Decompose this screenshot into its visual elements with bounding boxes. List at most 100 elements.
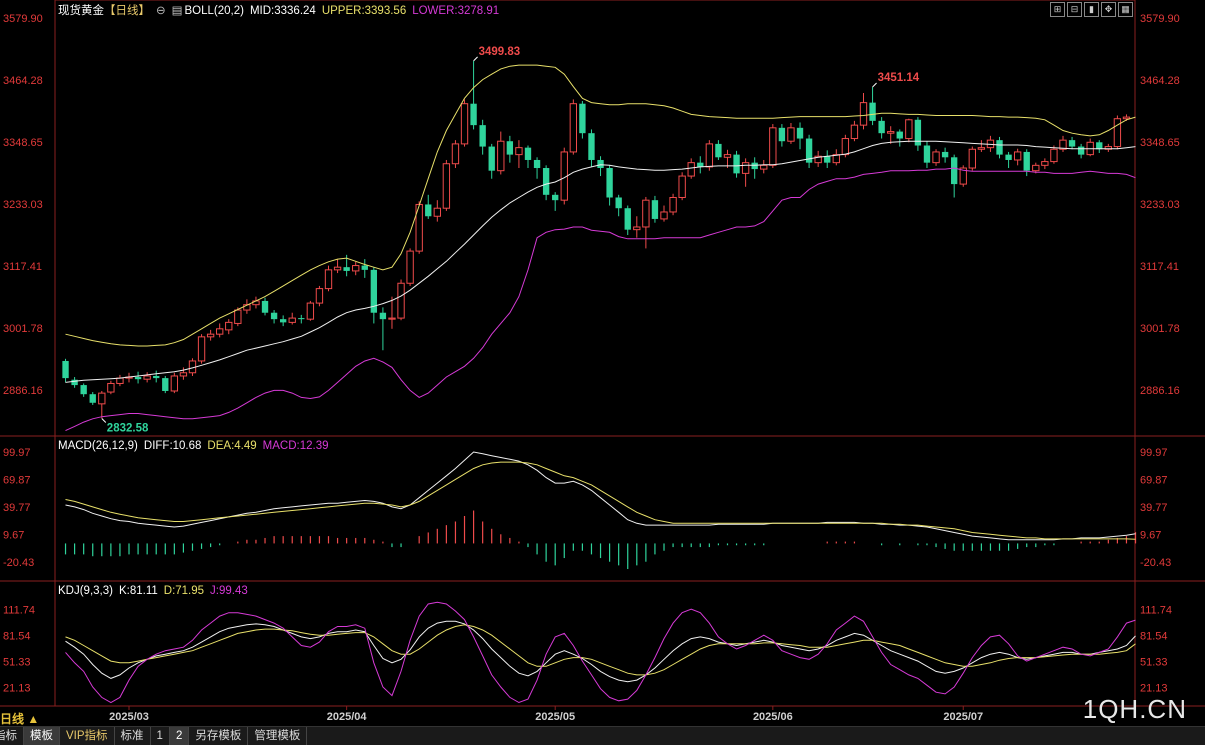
price-tick-left: 3348.65 — [3, 137, 43, 149]
period-tag[interactable]: 【日线】 — [104, 5, 150, 17]
candle-up — [723, 154, 732, 158]
kdj-d: D:71.95 — [163, 585, 205, 597]
candle-up — [1113, 118, 1122, 148]
annotation-leader — [872, 82, 877, 88]
candle-down — [1068, 140, 1076, 147]
candle-down — [796, 127, 804, 139]
candle-down — [479, 125, 486, 147]
candle-up — [206, 333, 215, 338]
bar-chart-icon[interactable]: ▮ — [1084, 2, 1099, 17]
price-tick-right: 3117.41 — [1140, 261, 1179, 273]
zoom-out-icon[interactable]: ⊟ — [1067, 2, 1082, 17]
candle-up — [216, 328, 224, 335]
price-tick-right: 3233.03 — [1140, 199, 1180, 211]
kdj-k: K:81.11 — [118, 585, 158, 597]
candle-down — [778, 127, 786, 142]
boll-lower: LOWER:3278.91 — [412, 5, 500, 17]
tab-manage-template[interactable]: 管理模板 — [248, 727, 308, 745]
candle-down — [606, 168, 613, 198]
candle-up — [397, 282, 405, 319]
candle-down — [951, 157, 958, 185]
kdj-tick-left: 21.13 — [3, 683, 31, 695]
candle-down — [542, 168, 550, 195]
settings-icon[interactable]: ▦ — [1118, 2, 1133, 17]
boll-mid: MID:3336.24 — [249, 5, 316, 17]
price-tick-left: 3233.03 — [3, 199, 43, 211]
candle-down — [524, 147, 532, 160]
tab-vip-indicator[interactable]: VIP指标 — [60, 727, 115, 745]
candle-down — [379, 312, 387, 320]
chart-canvas: 3579.90 3579.90 3464.28 3464.28 3348.65 3348.… — [0, 0, 1205, 723]
candle-up — [451, 143, 460, 165]
candle-down — [878, 120, 885, 134]
candle-down — [651, 200, 659, 219]
candle-up — [905, 119, 913, 140]
boll-upper: UPPER:3393.56 — [321, 5, 407, 17]
candle-down — [733, 154, 740, 174]
candle-up — [633, 226, 641, 231]
macd-legend: MACD(26,12,9) DIFF:10.68 DEA:4.49 MACD:12.3… — [58, 440, 335, 456]
kdj-legend: KDJ(9,3,3) K:81.11 D:71.95 J:99.43 — [58, 585, 254, 601]
macd-dea: DEA:4.49 — [207, 440, 257, 452]
candle-up — [352, 265, 360, 272]
candle-up — [460, 103, 469, 145]
candle-up — [841, 138, 850, 156]
candle-up — [442, 163, 451, 209]
price-tick-left: 3464.28 — [3, 75, 43, 87]
tab-1[interactable]: 1 — [151, 727, 170, 745]
candle-down — [298, 318, 305, 320]
period-label[interactable]: 日线 ▲ — [0, 710, 39, 727]
candle-down — [153, 375, 160, 379]
candle-up — [406, 250, 414, 284]
candle-up — [968, 148, 976, 169]
macd-tick-left: -20.43 — [3, 557, 34, 569]
tab-standard[interactable]: 标准 — [115, 727, 151, 745]
candle-up — [660, 211, 668, 220]
candle-up — [642, 199, 650, 228]
annotation-leader — [101, 418, 107, 423]
date-label: 2025/05 — [535, 711, 575, 723]
tab-save-template[interactable]: 另存模板 — [189, 727, 249, 745]
price-tick-right: 3348.65 — [1140, 137, 1180, 149]
tab-2[interactable]: 2 — [169, 727, 190, 745]
candle-up — [1050, 148, 1058, 163]
high-annotation: 3499.83 — [479, 46, 521, 58]
toggle-icon[interactable]: ⊖ — [156, 5, 166, 17]
date-label: 2025/04 — [327, 711, 368, 723]
candle-down — [162, 378, 169, 391]
kdj-j: J:99.43 — [210, 585, 248, 597]
candle-up — [687, 162, 695, 177]
kdj-tick-left: 81.54 — [3, 631, 31, 643]
kdj-k-line — [65, 620, 1136, 683]
candle-up — [315, 288, 324, 304]
candle-down — [470, 103, 477, 126]
move-icon[interactable]: ✥ — [1101, 2, 1116, 17]
kdj-d-line — [65, 624, 1136, 676]
candle-down — [579, 103, 586, 134]
price-tick-left: 3579.90 — [3, 13, 43, 25]
candle-down — [715, 143, 722, 158]
candle-down — [869, 102, 876, 121]
macd-value: MACD:12.39 — [262, 440, 329, 452]
macd-tick-left: 99.97 — [3, 447, 31, 459]
candle-down — [923, 145, 931, 163]
tab-indicator[interactable]: 指标 — [0, 727, 24, 745]
price-tick-right: 2886.16 — [1140, 385, 1180, 397]
chart-toolbar: ⊞ ⊟ ▮ ✥ ▦ — [1050, 2, 1133, 17]
candle-down — [615, 197, 622, 209]
price-tick-right: 3579.90 — [1140, 13, 1180, 25]
high-annotation: 3451.14 — [878, 72, 920, 84]
kdj-tick-right: 81.54 — [1140, 631, 1168, 643]
boll-name: BOLL(20,2) — [184, 5, 244, 17]
price-tick-left: 3001.78 — [3, 323, 43, 335]
candle-down — [261, 300, 269, 313]
candle-down — [941, 151, 949, 158]
candle-down — [425, 204, 432, 217]
tab-template[interactable]: 模板 — [24, 727, 60, 745]
candle-down — [751, 162, 758, 170]
candle-down — [134, 377, 142, 380]
candle-up — [143, 375, 151, 380]
symbol-name: 现货黄金 — [58, 5, 104, 17]
candle-up — [769, 127, 777, 166]
zoom-in-icon[interactable]: ⊞ — [1050, 2, 1065, 17]
